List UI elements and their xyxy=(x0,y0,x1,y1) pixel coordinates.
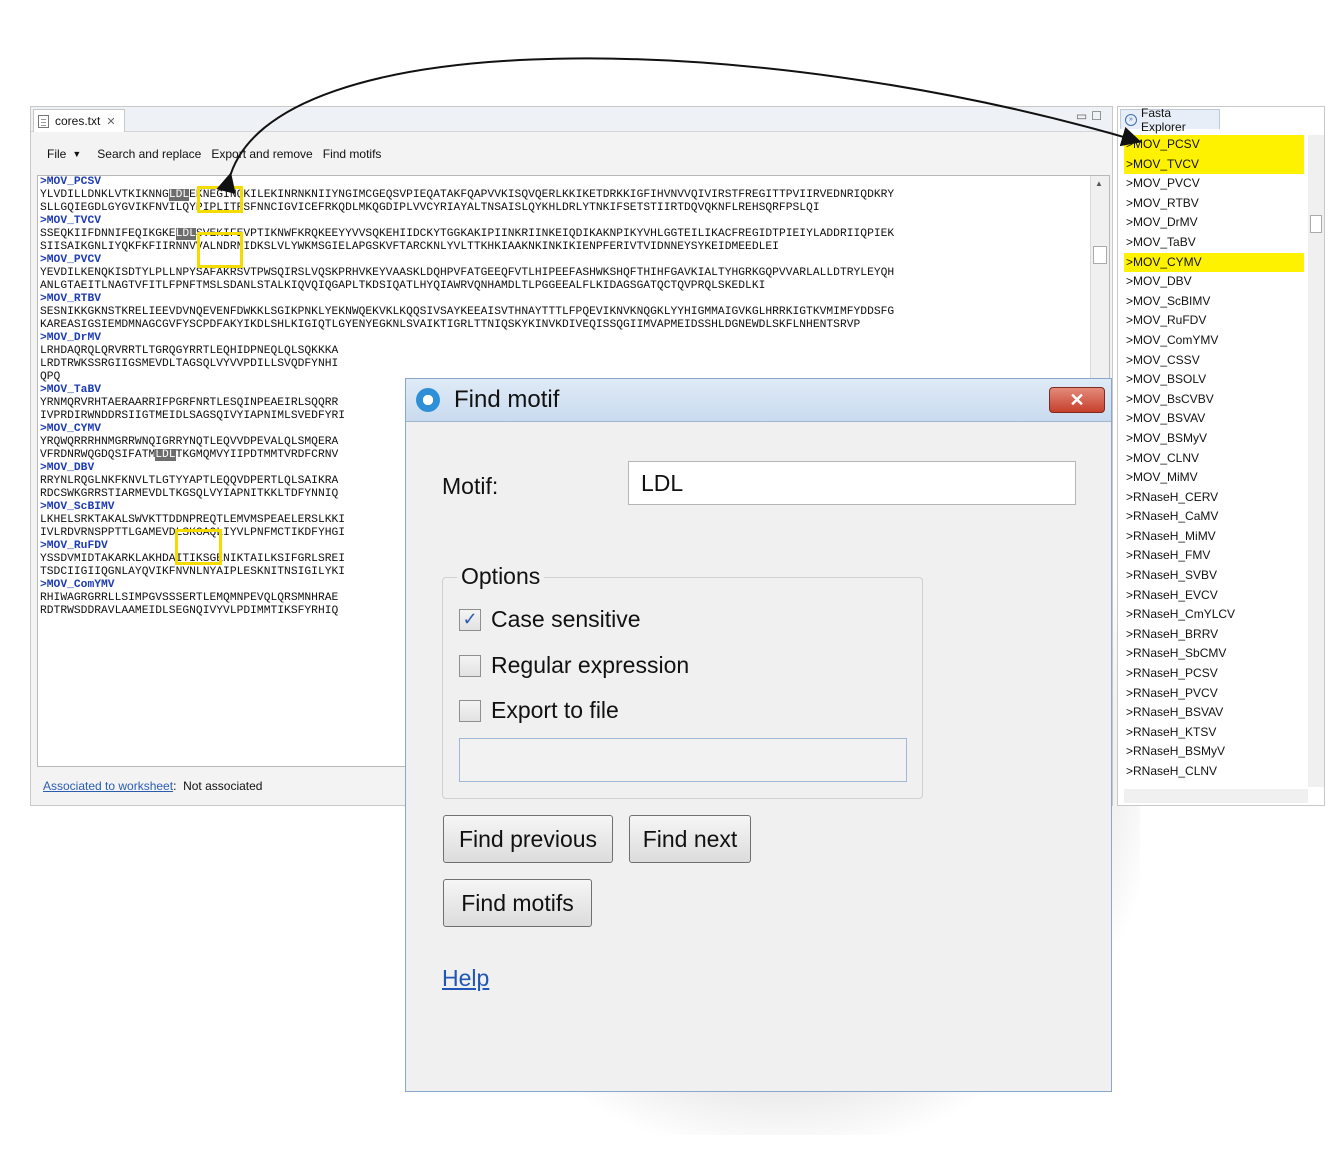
regex-option[interactable]: Regular expression xyxy=(459,652,689,679)
dialog-titlebar: Find motif ✕ xyxy=(406,379,1111,422)
export-option[interactable]: Export to file xyxy=(459,697,619,724)
motif-input[interactable] xyxy=(628,461,1076,505)
checkmark-icon: ✓ xyxy=(462,609,478,629)
export-checkbox[interactable] xyxy=(459,699,481,722)
options-legend: Options xyxy=(457,563,545,590)
find-motif-dialog: Find motif ✕ Motif: Options ✓ Case sensi… xyxy=(405,378,1112,1092)
regex-label: Regular expression xyxy=(491,652,690,678)
dialog-close-button[interactable]: ✕ xyxy=(1049,387,1105,413)
options-group: Options ✓ Case sensitive Regular express… xyxy=(442,563,923,799)
help-link[interactable]: Help xyxy=(442,965,489,992)
dialog-title: Find motif xyxy=(454,386,560,413)
find-previous-button[interactable]: Find previous xyxy=(443,815,613,863)
find-next-button[interactable]: Find next xyxy=(629,815,751,863)
case-sensitive-label: Case sensitive xyxy=(491,606,641,632)
export-label: Export to file xyxy=(491,697,619,723)
regex-checkbox[interactable] xyxy=(459,654,481,677)
motif-label: Motif: xyxy=(442,473,499,499)
app-logo-icon xyxy=(416,388,440,412)
case-sensitive-checkbox[interactable]: ✓ xyxy=(459,608,481,631)
export-path-input[interactable] xyxy=(459,738,907,782)
find-motifs-button[interactable]: Find motifs xyxy=(443,879,592,927)
case-sensitive-option[interactable]: ✓ Case sensitive xyxy=(459,606,641,633)
